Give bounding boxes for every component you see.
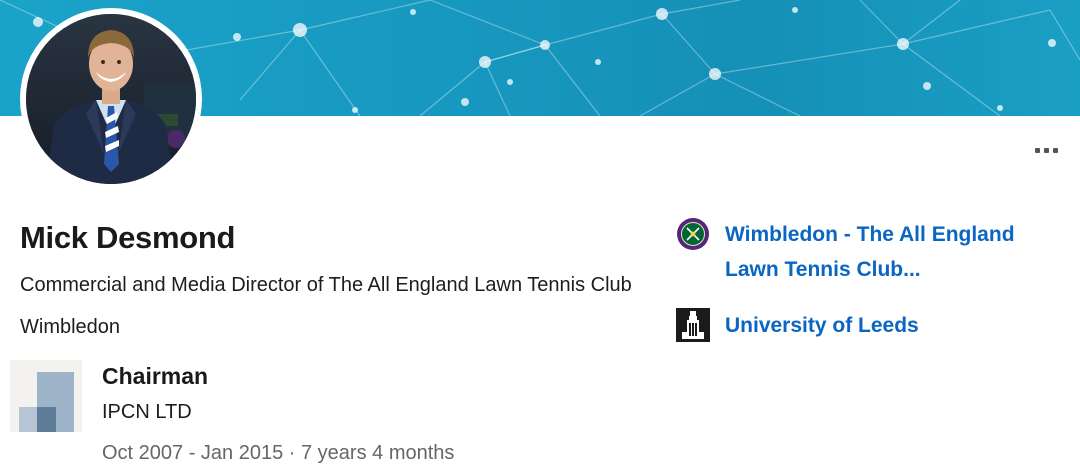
position-title: Chairman xyxy=(102,363,209,389)
experience-item[interactable]: Chairman IPCN LTD Oct 2007 - Jan 2015 · … xyxy=(10,360,454,466)
profile-name: Mick Desmond xyxy=(20,220,236,255)
company-label: IPCN LTD xyxy=(102,401,192,423)
wimbledon-crest-icon xyxy=(677,218,709,250)
experience-details: Chairman IPCN LTD Oct 2007 - Jan 2015 · … xyxy=(102,360,454,466)
employment-dates: Oct 2007 - Jan 2015 · 7 years 4 months xyxy=(102,442,455,464)
education-link[interactable]: University of Leeds xyxy=(676,308,1055,343)
company-placeholder-icon xyxy=(10,360,82,432)
company-logo-graphic xyxy=(10,360,82,432)
more-options-icon-dot xyxy=(1052,147,1058,153)
school-name: University of Leeds xyxy=(725,314,919,337)
profile-headline: Commercial and Media Director of The All… xyxy=(20,274,632,338)
profile-photo[interactable] xyxy=(20,8,202,190)
more-options-icon-dot xyxy=(1034,147,1040,153)
profile-page: Mick Desmond Commercial and Media Direct… xyxy=(0,0,1080,474)
current-company-link[interactable]: Wimbledon - The All England Lawn Tennis … xyxy=(676,217,1055,287)
more-options-button[interactable] xyxy=(1028,136,1064,164)
avatar-image xyxy=(26,14,196,184)
person-photo-graphic xyxy=(26,14,196,184)
more-options-icon-dot xyxy=(1043,147,1049,153)
university-of-leeds-icon xyxy=(676,308,710,342)
company-name: Wimbledon - The All England Lawn Tennis … xyxy=(725,223,1015,281)
